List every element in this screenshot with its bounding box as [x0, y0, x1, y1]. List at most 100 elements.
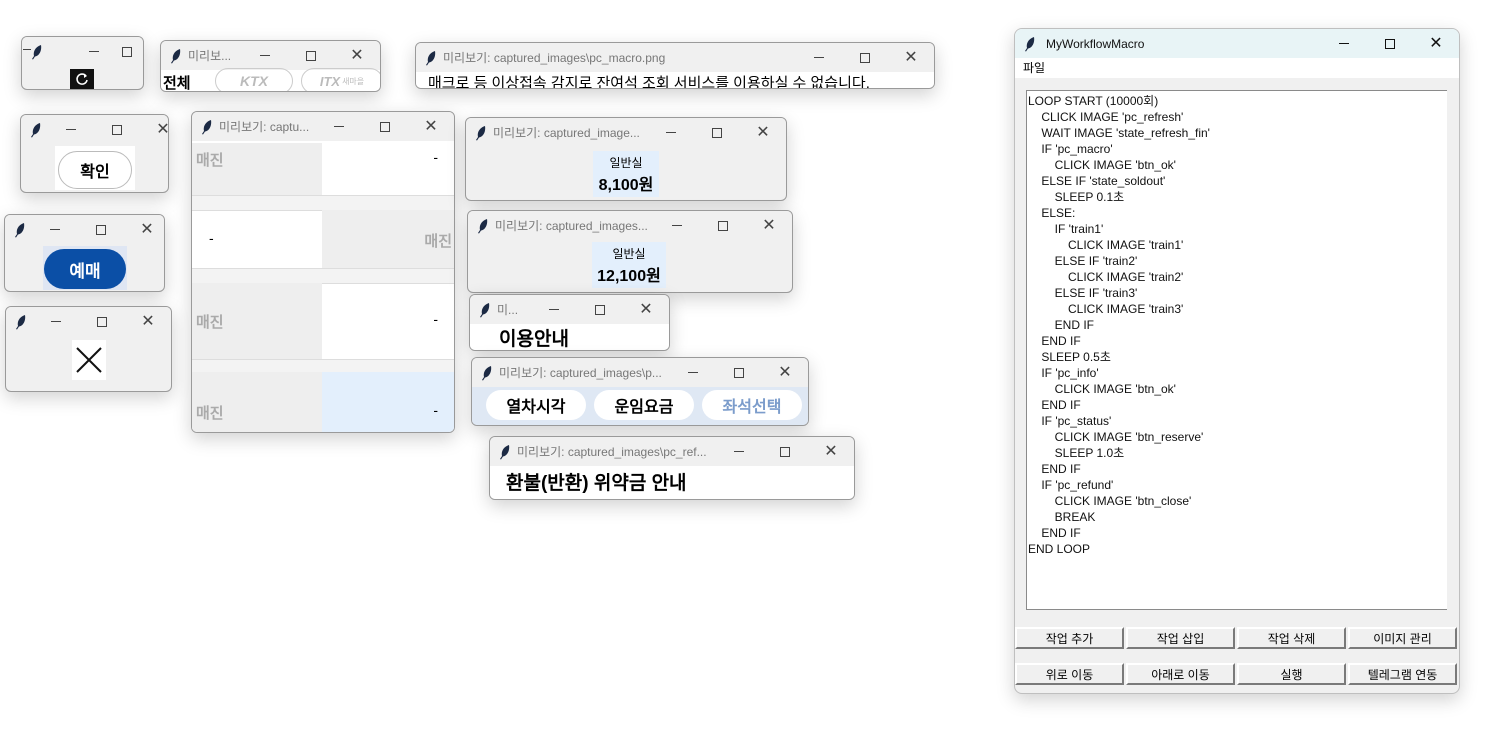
tab-fare[interactable]: 운임요금 [594, 390, 694, 420]
maximize-button[interactable] [78, 215, 124, 244]
title-bar[interactable]: 미리보기: captured_images\p... ✕ [472, 358, 808, 387]
dash-cell: - [209, 230, 214, 246]
minimize-button[interactable] [654, 211, 700, 240]
tab-seat-select[interactable]: 좌석선택 [702, 390, 802, 420]
tab-train-time[interactable]: 열차시각 [486, 390, 586, 420]
preview-window-refresh [21, 36, 144, 90]
maximize-button[interactable] [716, 358, 762, 387]
macro-warning-text: 매크로 등 이상접속 감지로 잔여석 조회 서비스를 이용하실 수 없습니다. [428, 75, 870, 89]
feather-icon [16, 314, 26, 329]
move-up-button[interactable]: 위로 이동 [1015, 663, 1124, 685]
feather-icon [500, 444, 510, 459]
train1-seat-cell[interactable]: 일반실 8,100원 [593, 151, 659, 197]
tab-itx[interactable]: ITX 새마을 [301, 68, 380, 91]
minimize-button[interactable] [648, 118, 694, 147]
menu-file[interactable]: 파일 [1023, 59, 1045, 76]
feather-icon [171, 48, 181, 63]
maximize-button[interactable] [110, 37, 143, 66]
refresh-icon[interactable] [70, 69, 94, 89]
title-bar[interactable]: 미리보기: captu... ✕ [192, 112, 454, 141]
button-row-1: 작업 추가 작업 삽입 작업 삭제 이미지 관리 [1015, 627, 1459, 649]
feather-icon [202, 119, 212, 134]
feather-icon [480, 302, 490, 317]
maximize-button[interactable] [842, 43, 888, 72]
close-button[interactable]: ✕ [1413, 29, 1459, 58]
title-bar[interactable]: 미리보기: captured_images... ✕ [468, 211, 792, 240]
preview-window-soldout: 미리보기: captu... ✕ 매진 - - 매진 매진 - 매진 - [191, 111, 455, 433]
feather-icon [1025, 36, 1035, 51]
close-button[interactable]: ✕ [740, 118, 786, 147]
maximize-button[interactable] [762, 437, 808, 466]
add-task-button[interactable]: 작업 추가 [1015, 627, 1124, 649]
close-button[interactable]: ✕ [140, 115, 168, 144]
insert-task-button[interactable]: 작업 삽입 [1126, 627, 1235, 649]
minimize-button[interactable] [77, 37, 110, 66]
title-bar[interactable]: MyWorkflowMacro ✕ [1015, 29, 1459, 58]
window-title: 미리보기: captured_images... [495, 219, 648, 233]
title-bar[interactable]: 미리보기: captured_images\pc_ref... ✕ [490, 437, 854, 466]
feather-icon [32, 44, 42, 59]
preview-window-close: ✕ [5, 306, 172, 392]
minimize-button[interactable] [796, 43, 842, 72]
ok-button[interactable]: 확인 [58, 151, 132, 189]
maximize-button[interactable] [94, 115, 140, 144]
minimize-button[interactable] [242, 41, 288, 70]
maximize-button[interactable] [288, 41, 334, 70]
feather-icon [476, 125, 486, 140]
image-manage-button[interactable]: 이미지 관리 [1348, 627, 1457, 649]
maximize-button[interactable] [79, 307, 125, 336]
maximize-button[interactable] [577, 295, 623, 324]
minimize-button[interactable] [316, 112, 362, 141]
minimize-button[interactable] [48, 115, 94, 144]
title-bar[interactable]: 미리보... ✕ [161, 41, 380, 70]
table-row: 매진 - [192, 143, 454, 195]
close-button[interactable]: ✕ [334, 41, 380, 70]
title-bar[interactable]: 미리보기: captured_image... ✕ [466, 118, 786, 147]
close-button[interactable]: ✕ [124, 215, 164, 244]
title-bar[interactable]: 미리보기: captured_images\pc_macro.png ✕ [416, 43, 934, 72]
preview-window-train2: 미리보기: captured_images... ✕ 일반실 12,100원 [467, 210, 793, 293]
close-button[interactable]: ✕ [408, 112, 454, 141]
train2-seat-cell[interactable]: 일반실 12,100원 [592, 242, 666, 288]
close-button[interactable]: ✕ [808, 437, 854, 466]
close-button[interactable]: ✕ [746, 211, 792, 240]
close-button[interactable]: ✕ [762, 358, 808, 387]
move-down-button[interactable]: 아래로 이동 [1126, 663, 1235, 685]
minimize-button[interactable] [1321, 29, 1367, 58]
tab-all[interactable]: 전체 [163, 72, 191, 91]
minimize-button[interactable] [670, 358, 716, 387]
title-bar[interactable]: ✕ [6, 307, 171, 336]
delete-task-button[interactable]: 작업 삭제 [1237, 627, 1346, 649]
dash-cell: - [433, 402, 438, 418]
close-button[interactable]: ✕ [125, 307, 171, 336]
window-title: 미리보기: captured_images\pc_ref... [517, 445, 707, 459]
window-title: 미리보기: captured_images\p... [499, 366, 662, 380]
run-button[interactable]: 실행 [1237, 663, 1346, 685]
maximize-button[interactable] [694, 118, 740, 147]
soldout-cell: 매진 [196, 405, 224, 422]
reserve-button[interactable]: 예매 [44, 249, 126, 289]
info-heading: 이용안내 [499, 329, 569, 350]
minimize-button[interactable] [33, 307, 79, 336]
window-title: 미리보... [188, 49, 232, 63]
close-x-icon[interactable] [72, 340, 106, 380]
macro-main-window: MyWorkflowMacro ✕ 파일 LOOP START (10000회)… [1014, 28, 1460, 694]
title-bar[interactable]: ✕ [21, 115, 168, 144]
script-editor[interactable]: LOOP START (10000회) CLICK IMAGE 'pc_refr… [1026, 90, 1447, 610]
minimize-button[interactable] [32, 215, 78, 244]
close-button[interactable]: ✕ [888, 43, 934, 72]
maximize-button[interactable] [1367, 29, 1413, 58]
tab-ktx[interactable]: KTX [215, 68, 293, 91]
maximize-button[interactable] [362, 112, 408, 141]
title-bar[interactable]: ✕ [5, 215, 164, 244]
table-row: 매진 - [192, 283, 454, 359]
minimize-button[interactable] [716, 437, 762, 466]
preview-window-reserve: ✕ 예매 [4, 214, 165, 292]
close-button[interactable]: ✕ [623, 295, 669, 324]
telegram-link-button[interactable]: 텔레그램 연동 [1348, 663, 1457, 685]
title-bar[interactable] [22, 37, 143, 66]
window-edge-dash [23, 49, 31, 50]
maximize-button[interactable] [700, 211, 746, 240]
minimize-button[interactable] [531, 295, 577, 324]
title-bar[interactable]: 미... ✕ [470, 295, 669, 324]
